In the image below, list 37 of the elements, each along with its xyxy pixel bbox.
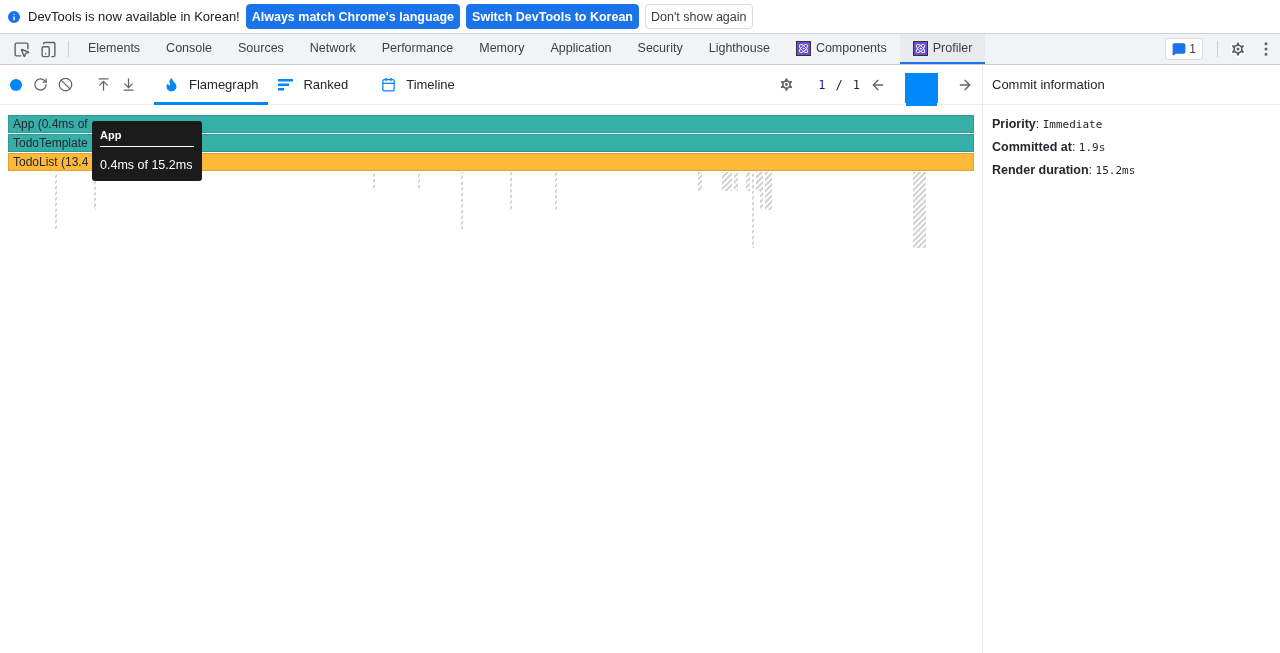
commit-bar[interactable]	[905, 72, 938, 103]
info-icon	[6, 8, 22, 25]
panel-tab[interactable]: Network	[296, 34, 369, 64]
panel-tab[interactable]: Sources	[225, 34, 297, 64]
infobar-button[interactable]: Always match Chrome's language	[245, 4, 461, 29]
calendar-icon	[381, 77, 397, 92]
commit-field: Render duration: 15.2ms	[983, 159, 1280, 182]
panel-tab[interactable]: Components	[782, 34, 900, 64]
record-button[interactable]	[10, 78, 22, 91]
commit-field: Priority: Immediate	[983, 113, 1280, 136]
view-tab[interactable]: Ranked	[268, 64, 359, 105]
message-icon	[1172, 42, 1187, 56]
panel-tab[interactable]: Profiler	[899, 34, 986, 64]
commit-index: 1	[818, 77, 826, 92]
atom-icon	[795, 40, 811, 56]
commit-field: Committed at: 1.9s	[983, 136, 1280, 159]
ranked-icon	[278, 78, 294, 91]
issues-button[interactable]: 1	[1165, 38, 1203, 60]
infobar-message: DevTools is now available in Korean!	[28, 9, 240, 24]
atom-icon	[912, 40, 928, 56]
commit-separator: /	[835, 77, 843, 92]
panel-tab[interactable]: Lighthouse	[695, 34, 783, 64]
panel-tab[interactable]: Elements	[75, 34, 154, 64]
panel-tab[interactable]: Performance	[368, 34, 467, 64]
commit-total: 1	[852, 77, 860, 92]
infobar-button[interactable]: Don't show again	[645, 4, 753, 29]
panel-tab[interactable]: Security	[624, 34, 696, 64]
panel-tab[interactable]: Memory	[466, 34, 538, 64]
tooltip-title: App	[100, 129, 194, 147]
panel-tab[interactable]: Application	[537, 34, 625, 64]
view-tab[interactable]: Flamegraph	[154, 64, 269, 105]
flame-icon	[164, 77, 179, 92]
panel-tab[interactable]: Console	[153, 34, 225, 64]
infobar-button[interactable]: Switch DevTools to Korean	[466, 4, 639, 29]
tooltip-text: 0.4ms of 15.2ms	[100, 157, 194, 173]
panel-title: Commit information	[983, 65, 1280, 105]
view-tab[interactable]: Timeline	[371, 64, 465, 105]
